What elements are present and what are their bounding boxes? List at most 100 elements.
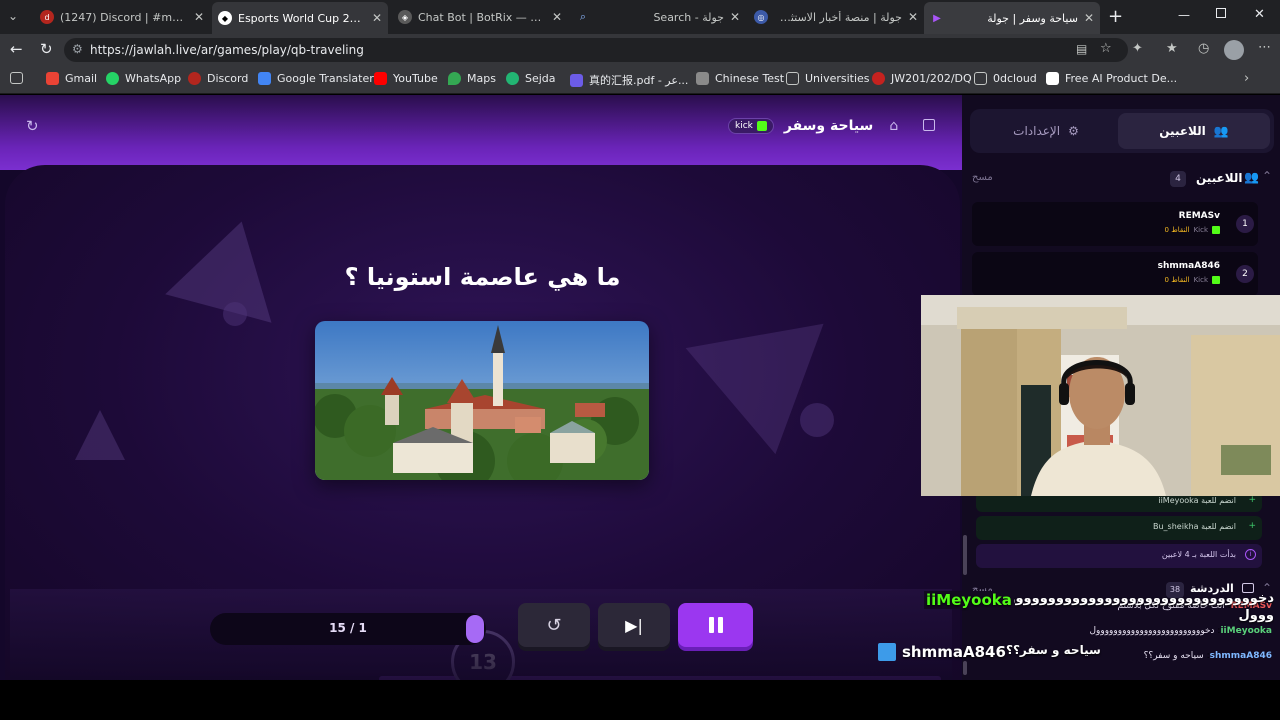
players-header: اللاعبين — [1196, 171, 1243, 185]
bookmark-gmail[interactable]: Gmail — [46, 72, 97, 85]
panel-tabs: اللاعبين 👥 الإعدادات ⚙ — [970, 109, 1274, 153]
esports-icon: ◆ — [218, 11, 232, 25]
free-ai-icon — [1046, 72, 1059, 85]
bookmark-manager-icon[interactable] — [10, 72, 23, 84]
decor-triangle — [685, 323, 845, 467]
kick-badge: kick — [728, 118, 774, 134]
kick-icon — [756, 121, 767, 131]
progress-text: 15 / 1 — [329, 621, 367, 635]
users-icon: 👥 — [1213, 124, 1229, 138]
back-icon[interactable]: ← — [10, 40, 23, 58]
avatar[interactable] — [1224, 40, 1244, 60]
bookmark-universities[interactable]: Universities — [786, 72, 870, 85]
pdf-icon — [570, 73, 583, 87]
chevron-right-icon[interactable]: › — [1244, 71, 1249, 86]
bookmark-free-ai[interactable]: Free AI Product De... — [1046, 72, 1177, 85]
close-icon[interactable]: ✕ — [194, 10, 204, 24]
player-meta: النقاط 0 Kick — [1165, 276, 1220, 284]
close-icon[interactable]: ✕ — [730, 10, 740, 24]
user-plus-icon: + — [1248, 495, 1256, 505]
scrollbar[interactable] — [963, 535, 967, 575]
bookmarks-bar: Gmail WhatsApp Discord Google Translater… — [0, 66, 1280, 94]
site-info-icon[interactable]: ⚙ — [72, 42, 83, 56]
game-area: ↻ kick سياحة وسفر ⌂ ما هي عاصمة استونيا … — [0, 95, 962, 680]
extensions-icon[interactable]: ✦ — [1132, 41, 1143, 56]
tab-discord[interactable]: d (1247) Discord | #music-req ✕ — [34, 4, 210, 30]
webcam-overlay — [921, 295, 1280, 496]
history-icon[interactable]: ◷ — [1198, 41, 1209, 56]
new-tab-icon[interactable]: + — [1108, 6, 1123, 27]
read-mode-icon[interactable]: ▤ — [1076, 42, 1087, 56]
tab-settings[interactable]: الإعدادات ⚙ — [974, 113, 1118, 149]
player-rank: 2 — [1236, 265, 1254, 283]
question-text: ما هي عاصمة استونيا ؟ — [344, 263, 621, 291]
translate-icon — [258, 72, 271, 85]
bookmark-discord[interactable]: Discord — [188, 72, 248, 85]
decor-circle — [800, 403, 834, 437]
tab-jawlah-game[interactable]: ▶ سياحة وسفر | جولة ✕ — [924, 2, 1100, 34]
restart-button[interactable]: ↺ — [518, 603, 590, 647]
folder-icon — [786, 72, 799, 85]
bookmark-youtube[interactable]: YouTube — [374, 72, 438, 85]
sidebar-toggle-icon[interactable] — [923, 119, 935, 131]
skip-button[interactable]: ▶| — [598, 603, 670, 647]
close-icon[interactable]: ✕ — [908, 10, 918, 24]
pause-button[interactable] — [678, 603, 753, 647]
whatsapp-icon — [106, 72, 119, 85]
discord-icon — [188, 72, 201, 85]
player-row: 1 REMASv النقاط 0 Kick — [972, 202, 1258, 246]
chinese-test-icon — [696, 72, 709, 85]
close-icon[interactable]: ✕ — [552, 10, 562, 24]
bookmark-jw201[interactable]: JW201/202/DQ — [872, 72, 972, 85]
game-title-bar: kick سياحة وسفر ⌂ — [728, 115, 898, 137]
tab-search-blank[interactable]: ⌕ — [570, 4, 600, 30]
tab-players[interactable]: اللاعبين 👥 — [1118, 113, 1270, 149]
tab-jawlah-news[interactable]: ◎ جولة | منصة أخبار الاستثمار الج ✕ — [748, 4, 924, 30]
bookmark-whatsapp[interactable]: WhatsApp — [106, 72, 181, 85]
refresh-icon[interactable]: ↻ — [26, 117, 39, 135]
close-window-icon[interactable]: ✕ — [1254, 7, 1265, 22]
bookmark-pdf[interactable]: 真的汇报.pdf - عر... — [570, 72, 688, 88]
more-menu-icon[interactable]: ⋯ — [1258, 40, 1271, 55]
restart-icon: ↺ — [546, 614, 562, 636]
bookmark-google-translater[interactable]: Google Translater — [258, 72, 374, 85]
players-section-header: مسح 4 اللاعبين 👥 ⌃ — [970, 167, 1274, 191]
maximize-icon[interactable] — [1216, 8, 1226, 18]
folder-icon — [974, 72, 987, 85]
skip-icon: ▶| — [625, 615, 643, 635]
close-icon[interactable]: ✕ — [372, 11, 382, 25]
chevron-up-icon[interactable]: ⌃ — [1262, 169, 1272, 183]
bookmark-maps[interactable]: Maps — [448, 72, 496, 85]
tab-botrix[interactable]: ◈ Chat Bot | BotRix — Cloud St ✕ — [392, 4, 568, 30]
favorites-icon[interactable]: ★ — [1166, 41, 1178, 56]
decor-circle — [223, 302, 247, 326]
close-icon[interactable]: ✕ — [1084, 11, 1094, 25]
event-row: بدأت اللعبة بـ 4 لاعبين i — [976, 544, 1262, 568]
stream-overlay-username: iiMeyooka — [924, 591, 1014, 609]
minimize-icon[interactable]: — — [1178, 8, 1190, 22]
tab-search-jawlah[interactable]: Search - جولة ✕ — [640, 4, 746, 30]
favorite-star-icon[interactable]: ☆ — [1100, 41, 1112, 56]
bookmark-0dcloud[interactable]: 0dcloud — [974, 72, 1037, 85]
bookmark-chinese-test[interactable]: Chinese Test — [696, 72, 784, 85]
stream-overlay-text: سياحه و سفر؟؟ — [1006, 643, 1101, 657]
bookmark-sejda[interactable]: Sejda — [506, 72, 556, 85]
kick-icon — [878, 643, 896, 661]
question-progress-bar: 15 / 1 — [210, 613, 486, 645]
address-toolbar: ← ↻ ⚙ https://jawlah.live/ar/games/play/… — [0, 34, 1280, 66]
game-header: ↻ kick سياحة وسفر ⌂ — [0, 95, 962, 170]
discord-icon: d — [40, 10, 54, 24]
player-rank: 1 — [1236, 215, 1254, 233]
botrix-icon: ◈ — [398, 10, 412, 24]
kick-icon — [1212, 226, 1220, 234]
home-icon[interactable]: ⌂ — [889, 118, 898, 134]
clear-players-button[interactable]: مسح — [972, 172, 993, 183]
progress-handle[interactable] — [466, 615, 484, 643]
info-icon: i — [1245, 549, 1256, 560]
players-count: 4 — [1170, 171, 1186, 187]
reload-icon[interactable]: ↻ — [40, 40, 53, 58]
tab-esports[interactable]: ◆ Esports World Cup 2026 featu ✕ — [212, 2, 388, 34]
url-field[interactable]: ⚙ https://jawlah.live/ar/games/play/qb-t… — [64, 38, 1128, 62]
tab-list-chevron-icon[interactable]: ⌄ — [8, 9, 26, 25]
sejda-icon — [506, 72, 519, 85]
